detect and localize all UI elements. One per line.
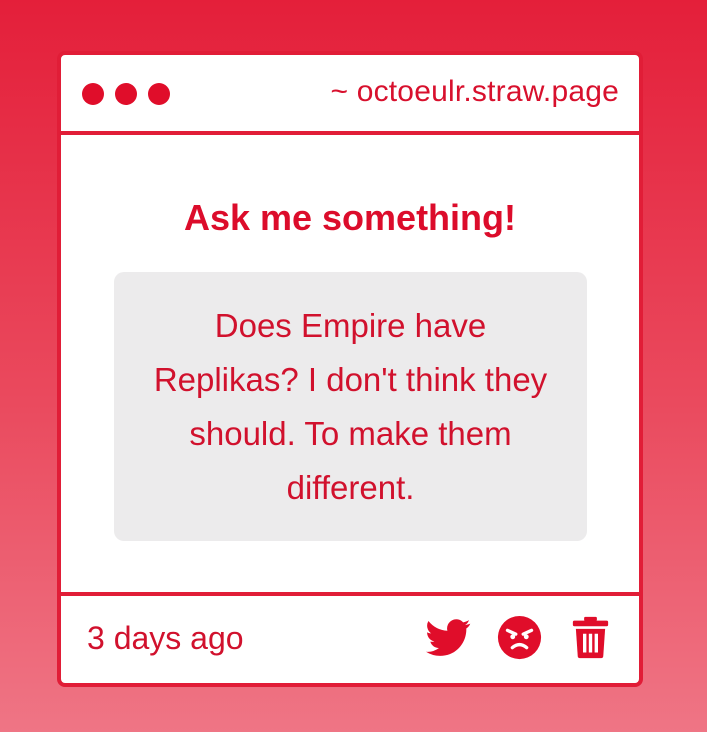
question-text: Does Empire have Replikas? I don't think…: [153, 306, 548, 506]
action-icons: [426, 615, 613, 660]
window-controls: [82, 83, 170, 105]
card-content: Ask me something! Does Empire have Repli…: [61, 135, 639, 592]
window-dot: [115, 83, 137, 105]
window-dot: [82, 83, 104, 105]
question-box: Does Empire have Replikas? I don't think…: [114, 272, 587, 541]
timestamp: 3 days ago: [87, 620, 244, 656]
window-dot: [148, 83, 170, 105]
twitter-icon[interactable]: [426, 615, 471, 660]
question-card: ~ octoeulr.straw.page Ask me something! …: [57, 51, 643, 687]
card-footer: 3 days ago: [61, 592, 639, 683]
page-title: Ask me something!: [183, 197, 517, 238]
trash-icon[interactable]: [568, 615, 613, 660]
angry-face-icon[interactable]: [497, 615, 542, 660]
page-url: ~ octoeulr.straw.page: [330, 75, 619, 108]
window-titlebar: ~ octoeulr.straw.page: [61, 55, 639, 135]
